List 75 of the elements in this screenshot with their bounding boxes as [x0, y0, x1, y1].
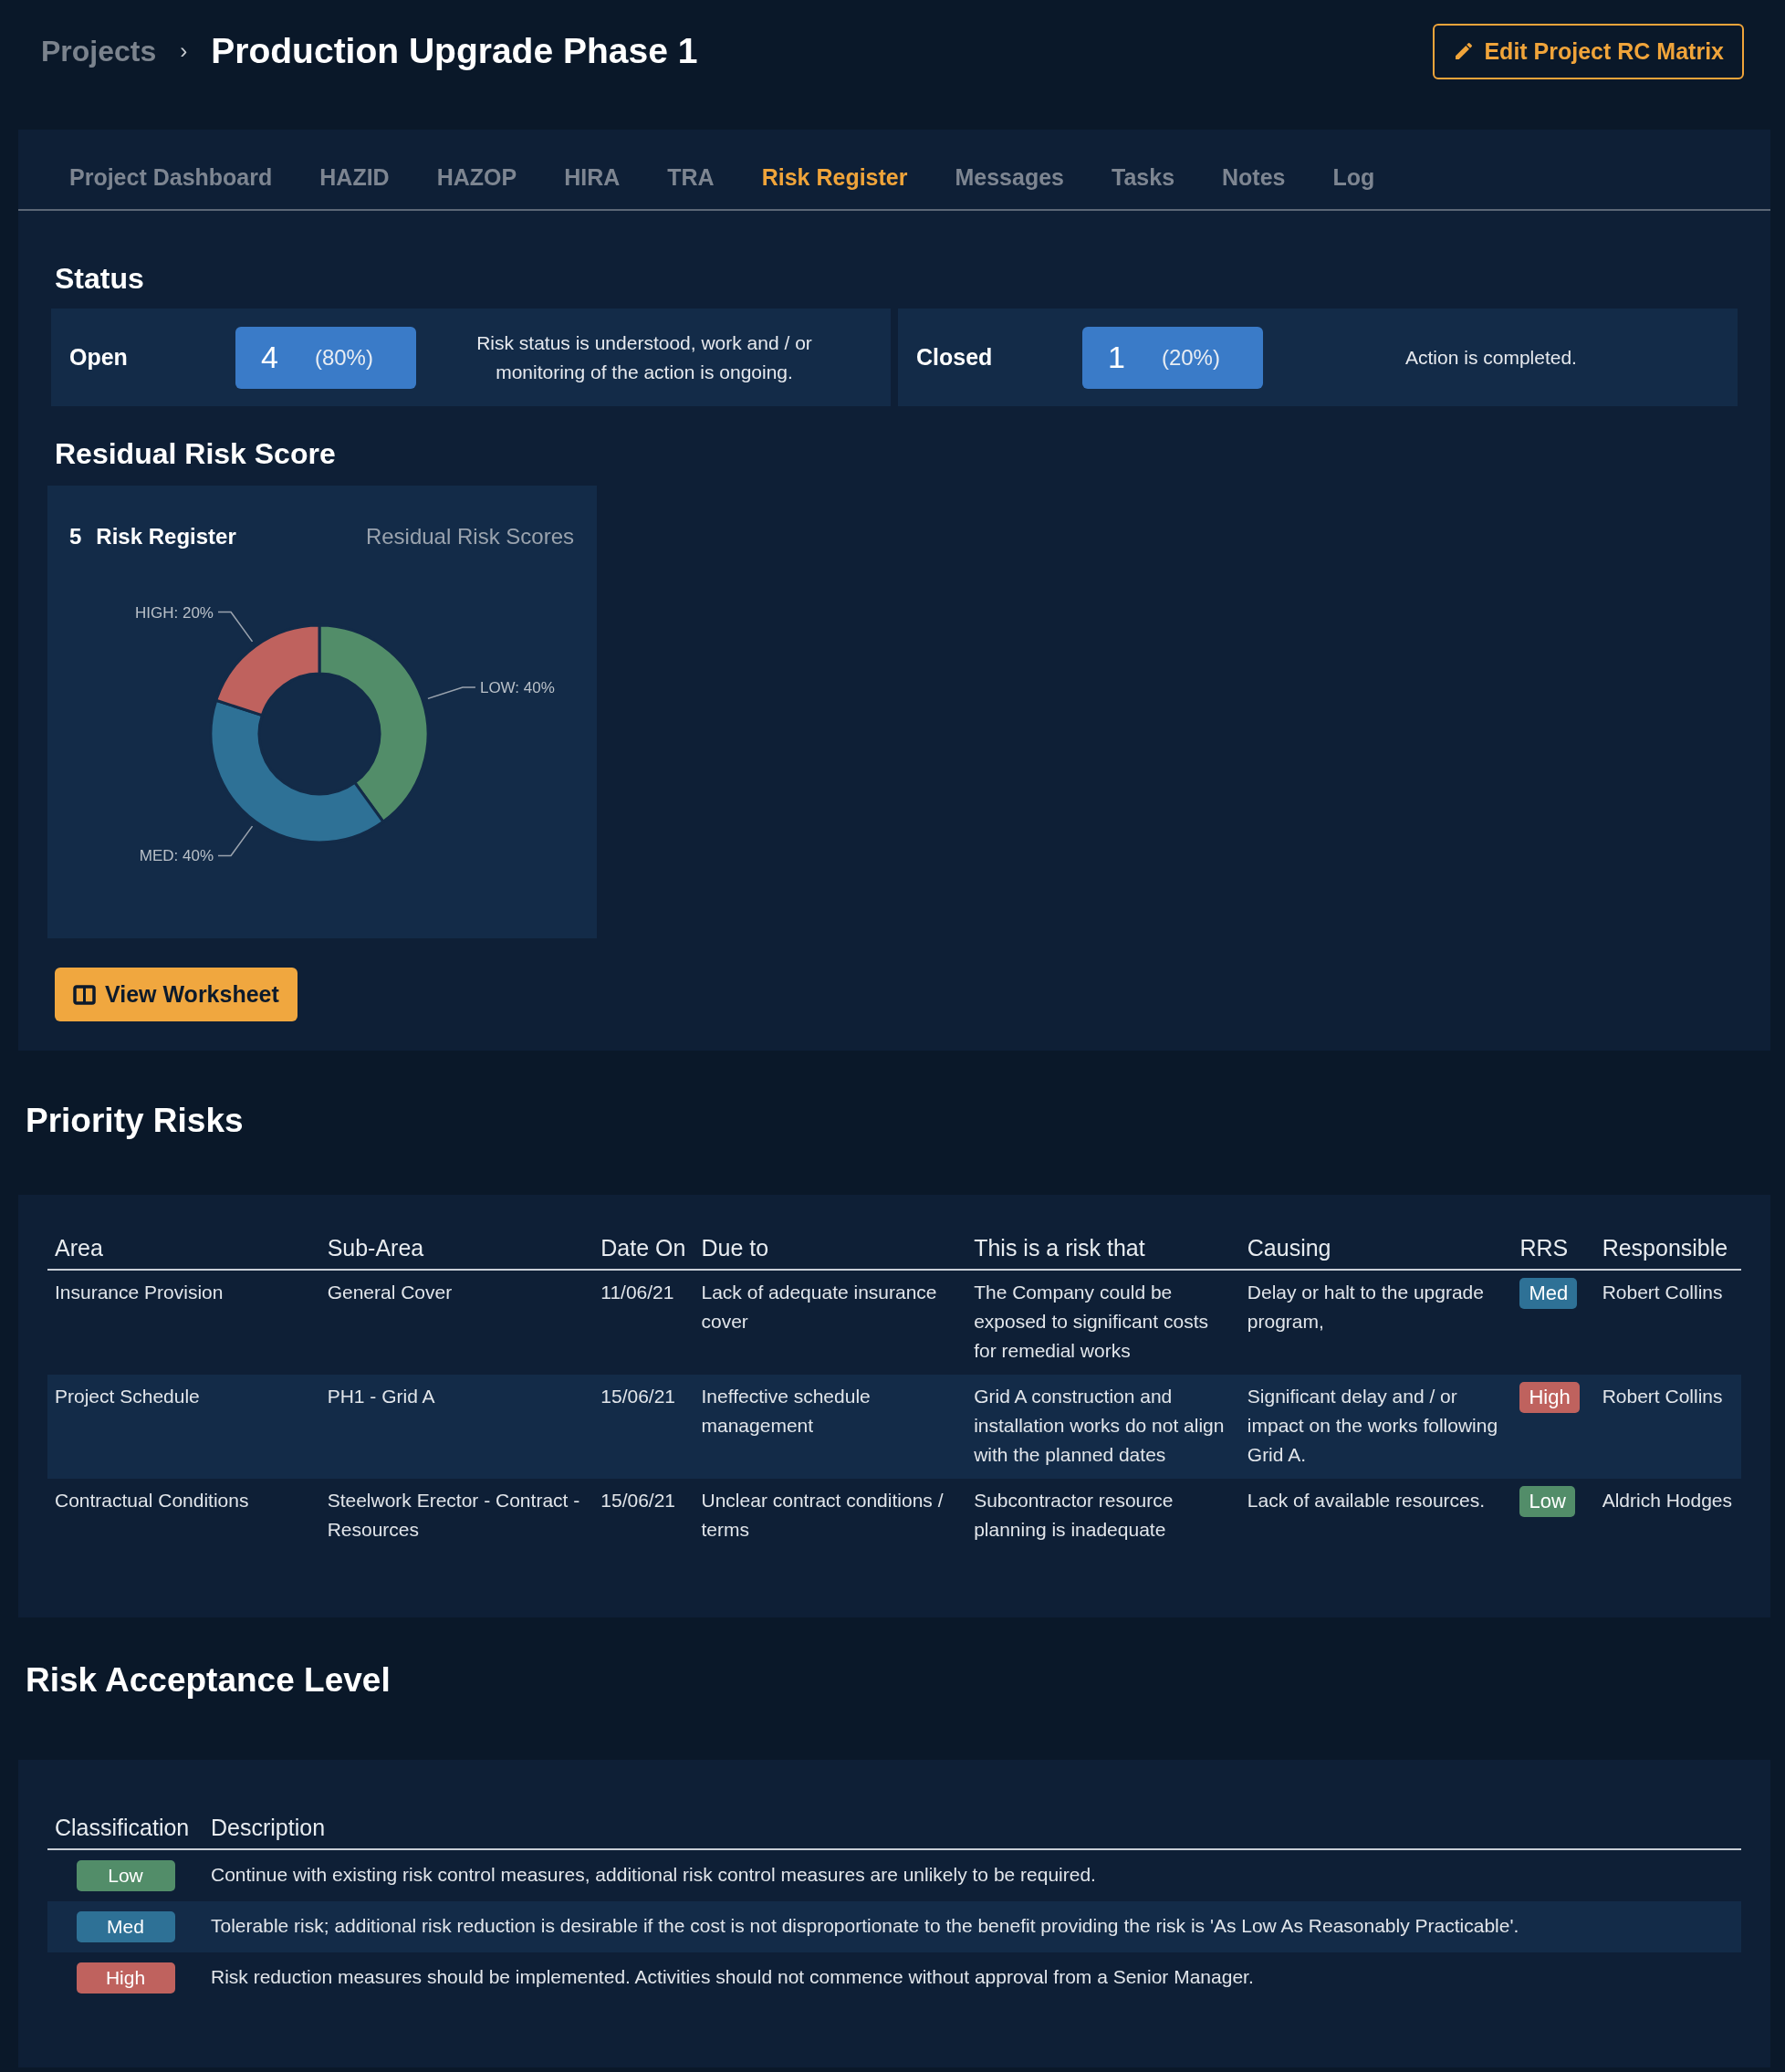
table-cell: Robert Collins [1594, 1375, 1741, 1479]
table-cell: 11/06/21 [593, 1270, 694, 1375]
table-cell: Lack of available resources. [1239, 1479, 1513, 1554]
table-cell: Robert Collins [1594, 1270, 1741, 1375]
tab[interactable]: Log [1332, 164, 1375, 209]
column-header: This is a risk that [966, 1226, 1240, 1270]
column-header: Area [47, 1226, 320, 1270]
leader-line [217, 611, 254, 643]
status-description: Risk status is understood, work and / or monitoring of the action is ongoing. [475, 330, 813, 384]
section-heading: Status [54, 262, 145, 296]
risk-badge: Med [1519, 1278, 1578, 1309]
status-label: Open [69, 344, 129, 371]
section-heading: Residual Risk Score [54, 437, 337, 471]
column-header: Due to [694, 1226, 967, 1270]
table-cell: Insurance Provision [47, 1270, 320, 1375]
tab[interactable]: Notes [1222, 164, 1286, 209]
section-heading: Risk Acceptance Level [25, 1661, 391, 1700]
tab[interactable]: Risk Register [761, 164, 908, 209]
table-cell: Unclear contract conditions / terms [694, 1479, 967, 1554]
classification-badge: Low [76, 1860, 175, 1891]
data-label: LOW: 40% [479, 679, 555, 696]
register-count: 5 [69, 524, 82, 549]
leader-line [427, 686, 476, 700]
leader-line [217, 825, 254, 857]
status-label: Closed [916, 344, 994, 371]
table-cell: Aldrich Hodges [1594, 1479, 1741, 1554]
card-title: Risk Register [96, 524, 236, 549]
classification-badge: Med [76, 1911, 175, 1942]
data-label: MED: 40% [139, 847, 214, 865]
classification-badge: High [76, 1962, 175, 1994]
count-badge: 1 (20%) [1082, 326, 1263, 389]
data-label: HIGH: 20% [135, 603, 214, 622]
edit-button[interactable]: Edit Project RC Matrix [1433, 23, 1744, 79]
table-cell: Tolerable risk; additional risk reduction is desirable if the cost is not disproportionate to the benefit providing the risk is 'As Low As Reasonably Practicable'. [204, 1901, 1741, 1952]
column-header: RRS [1512, 1226, 1595, 1270]
section-heading: Priority Risks [25, 1102, 245, 1140]
table-cell: Lack of adequate insurance cover [694, 1270, 967, 1375]
column-header: Causing [1239, 1226, 1513, 1270]
table-cell: PH1 - Grid A [319, 1375, 594, 1479]
tab[interactable]: Tasks [1112, 164, 1175, 209]
view-worksheet-button[interactable]: View Worksheet [55, 968, 298, 1021]
table-cell: Delay or halt to the upgrade program, [1239, 1270, 1513, 1375]
table-cell: General Cover [319, 1270, 594, 1375]
tab[interactable]: Project Dashboard [69, 164, 273, 209]
table-cell: Subcontractor resource planning is inadequate [966, 1479, 1240, 1554]
tab[interactable]: Messages [955, 164, 1064, 209]
column-header: Description [204, 1805, 1741, 1849]
column-header: Responsible [1594, 1226, 1741, 1270]
breadcrumb-separator: › [180, 38, 188, 64]
column-header: Classification [47, 1805, 204, 1849]
breadcrumb-link[interactable]: Projects [41, 34, 157, 68]
risk-badge: Low [1519, 1486, 1575, 1517]
table-cell: Risk reduction measures should be implemented. Activities should not commence without approval from a Senior Manager. [204, 1952, 1741, 2004]
tab[interactable]: HAZID [319, 164, 390, 209]
table-cell: 15/06/21 [593, 1479, 694, 1554]
chart-title: Residual Risk Scores [365, 524, 574, 549]
table-cell: Grid A construction and installation works do not align with the planned dates [966, 1375, 1240, 1479]
column-header: Date On [593, 1226, 694, 1270]
table-cell: Steelwork Erector - Contract - Resources [319, 1479, 594, 1554]
table-cell: Ineffective schedule management [694, 1375, 967, 1479]
table-cell: Project Schedule [47, 1375, 320, 1479]
table-cell: Contractual Conditions [47, 1479, 320, 1554]
table-cell: Significant delay and / or impact on the works following Grid A. [1239, 1375, 1513, 1479]
status-description: Action is completed. [1404, 345, 1578, 370]
column-header: Sub-Area [319, 1226, 594, 1270]
tab[interactable]: TRA [667, 164, 715, 209]
risk-badge: High [1519, 1382, 1580, 1413]
tab[interactable]: HAZOP [436, 164, 517, 209]
table-cell: The Company could be exposed to significant costs for remedial works [966, 1270, 1240, 1375]
page-title: Production Upgrade Phase 1 [211, 31, 698, 71]
columns-icon [73, 984, 96, 1005]
table-cell: 15/06/21 [593, 1375, 694, 1479]
table-cell: Continue with existing risk control measures, additional risk control measures are unlikely to be required. [204, 1849, 1741, 1901]
count-badge: 4 (80%) [235, 326, 416, 389]
tab[interactable]: HIRA [564, 164, 621, 209]
